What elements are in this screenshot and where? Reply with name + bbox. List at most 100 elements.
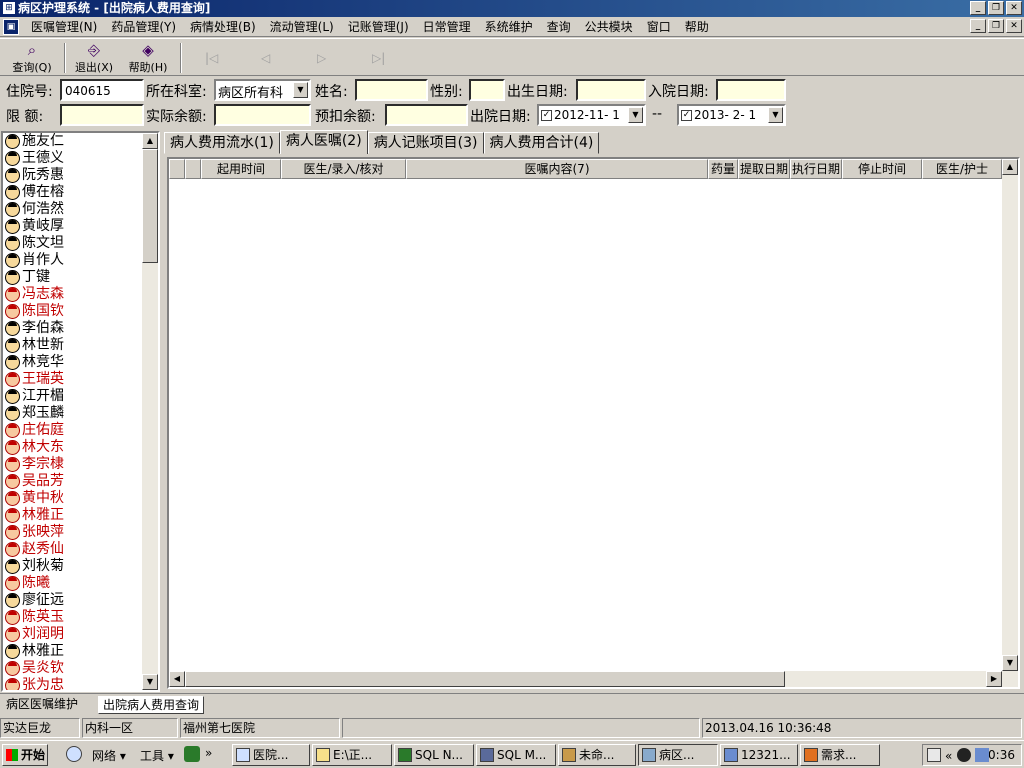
menu-item[interactable]: 公共模块 — [578, 18, 640, 35]
limit-input[interactable] — [60, 104, 144, 126]
taskbar-item[interactable]: 需求... — [800, 744, 880, 766]
hscroll-thumb[interactable] — [185, 671, 785, 687]
menu-item[interactable]: 查询 — [540, 18, 578, 35]
patient-list-item[interactable]: 陈国钦 — [3, 303, 158, 320]
tab-4[interactable]: 病人费用合计(4) — [483, 132, 600, 154]
birth-date-input[interactable] — [576, 79, 646, 101]
grid-column-header[interactable]: 医生/护士 — [922, 159, 1002, 179]
scroll-down-icon[interactable]: ▼ — [1002, 655, 1018, 671]
tray-expand-icon[interactable]: « — [945, 746, 952, 766]
patient-list-item[interactable]: 刘润明 — [3, 626, 158, 643]
grid-column-header[interactable]: 起用时间 — [201, 159, 281, 179]
patient-list-item[interactable]: 黄岐厚 — [3, 218, 158, 235]
network-icon[interactable] — [975, 748, 989, 762]
grid-column-header[interactable]: 药量 — [708, 159, 738, 179]
discharge-from-checkbox[interactable]: ✓ — [541, 110, 552, 121]
grid-column-header[interactable] — [185, 159, 201, 179]
tab-2[interactable]: 病人医嘱(2) — [279, 130, 368, 154]
grid-column-header[interactable]: 提取日期 — [738, 159, 790, 179]
child-close-button[interactable]: ✕ — [1006, 19, 1022, 33]
taskbar-item[interactable]: SQL N... — [394, 744, 474, 766]
patient-list-item[interactable]: 张为忠 — [3, 677, 158, 690]
chevron-down-icon[interactable]: ▼ — [628, 107, 643, 123]
admit-date-input[interactable] — [716, 79, 786, 101]
admission-no-input[interactable]: 040615 — [60, 79, 144, 101]
menu-item[interactable]: 医嘱管理(N) — [24, 18, 104, 35]
window-tab-orders[interactable]: 病区医嘱维护 — [2, 696, 94, 714]
discharge-from-picker[interactable]: ✓ 2012-11- 1 ▼ — [537, 104, 646, 126]
taskbar-item[interactable]: 医院... — [232, 744, 310, 766]
query-button[interactable]: ⌕ 查询(Q) — [8, 41, 56, 75]
child-minimize-button[interactable]: _ — [970, 19, 986, 33]
patient-list-item[interactable]: 施友仁 — [3, 133, 158, 150]
browser-icon[interactable] — [66, 746, 82, 762]
patient-list-item[interactable]: 王瑞英 — [3, 371, 158, 388]
minimize-button[interactable]: _ — [970, 1, 986, 15]
tab-3[interactable]: 病人记账项目(3) — [367, 132, 484, 154]
scroll-down-icon[interactable]: ▼ — [142, 674, 158, 690]
patient-list-item[interactable]: 陈文坦 — [3, 235, 158, 252]
discharge-to-picker[interactable]: ✓ 2013- 2- 1 ▼ — [677, 104, 786, 126]
patient-list-item[interactable]: 林雅正 — [3, 507, 158, 524]
patient-list-item[interactable]: 郑玉麟 — [3, 405, 158, 422]
next-record-icon[interactable]: ▷ — [317, 51, 326, 65]
last-record-icon[interactable]: ▷| — [372, 51, 385, 65]
menu-item[interactable]: 记账管理(J) — [341, 18, 416, 35]
patient-list-item[interactable]: 丁键 — [3, 269, 158, 286]
app-shortcut-icon[interactable] — [184, 746, 200, 762]
patient-list-item[interactable]: 王德义 — [3, 150, 158, 167]
prepaid-balance-input[interactable] — [385, 104, 468, 126]
scroll-up-icon[interactable]: ▲ — [142, 133, 158, 149]
actual-balance-input[interactable] — [214, 104, 311, 126]
patient-list-item[interactable]: 傅在榕 — [3, 184, 158, 201]
grid-column-header[interactable]: 医嘱内容(7) — [406, 159, 708, 179]
close-button[interactable]: ✕ — [1006, 1, 1022, 15]
patient-list-item[interactable]: 林大东 — [3, 439, 158, 456]
patient-list-item[interactable]: 林世新 — [3, 337, 158, 354]
patient-list-item[interactable]: 廖征远 — [3, 592, 158, 609]
menu-item[interactable]: 流动管理(L) — [263, 18, 341, 35]
gender-input[interactable] — [469, 79, 505, 101]
patient-list-item[interactable]: 陈英玉 — [3, 609, 158, 626]
grid-vscrollbar[interactable]: ▲ ▼ — [1002, 159, 1018, 671]
patient-list-item[interactable]: 李宗棣 — [3, 456, 158, 473]
grid-column-header[interactable] — [169, 159, 185, 179]
menu-item[interactable]: 系统维护 — [478, 18, 540, 35]
patient-list-item[interactable]: 吴炎钦 — [3, 660, 158, 677]
menu-item[interactable]: 药品管理(Y) — [104, 18, 183, 35]
patient-list-item[interactable]: 陈曦 — [3, 575, 158, 592]
prev-record-icon[interactable]: ◁ — [261, 51, 270, 65]
qq-icon[interactable] — [957, 748, 971, 762]
name-input[interactable] — [355, 79, 428, 101]
taskbar-item[interactable]: SQL M... — [476, 744, 556, 766]
patient-list-scrollbar[interactable]: ▲ ▼ — [142, 133, 158, 690]
grid-hscrollbar[interactable]: ◀ ▶ — [169, 671, 1018, 687]
window-tab-discharge-fees[interactable]: 出院病人费用查询 — [98, 696, 204, 714]
taskbar-item[interactable]: 病区... — [638, 744, 718, 766]
patient-list-item[interactable]: 肖作人 — [3, 252, 158, 269]
patient-list-item[interactable]: 江开楣 — [3, 388, 158, 405]
patient-list-item[interactable]: 何浩然 — [3, 201, 158, 218]
patient-list-item[interactable]: 林雅正 — [3, 643, 158, 660]
quick-tools[interactable]: 工具 ▾ — [140, 747, 174, 764]
discharge-to-checkbox[interactable]: ✓ — [681, 110, 692, 121]
grid-column-header[interactable]: 停止时间 — [842, 159, 922, 179]
taskbar-item[interactable]: E:\正... — [312, 744, 392, 766]
restore-button[interactable]: ❐ — [988, 1, 1004, 15]
child-restore-button[interactable]: ❐ — [988, 19, 1004, 33]
dept-select[interactable]: 病区所有科 ▼ — [214, 79, 311, 101]
grid-column-header[interactable]: 执行日期 — [790, 159, 842, 179]
scroll-right-icon[interactable]: ▶ — [986, 671, 1002, 687]
patient-list-item[interactable]: 黄中秋 — [3, 490, 158, 507]
menu-item[interactable]: 病情处理(B) — [183, 18, 263, 35]
menu-item[interactable]: 窗口 — [640, 18, 678, 35]
patient-list-item[interactable]: 冯志森 — [3, 286, 158, 303]
patient-list-item[interactable]: 刘秋菊 — [3, 558, 158, 575]
patient-list-item[interactable]: 林竞华 — [3, 354, 158, 371]
quick-network[interactable]: 网络 ▾ — [92, 747, 126, 764]
start-button[interactable]: 开始 — [2, 744, 48, 766]
keyboard-icon[interactable] — [927, 748, 941, 762]
exit-button[interactable]: ⎆ 退出(X) — [70, 41, 118, 75]
taskbar-item[interactable]: 未命... — [558, 744, 636, 766]
taskbar-item[interactable]: 12321... — [720, 744, 798, 766]
